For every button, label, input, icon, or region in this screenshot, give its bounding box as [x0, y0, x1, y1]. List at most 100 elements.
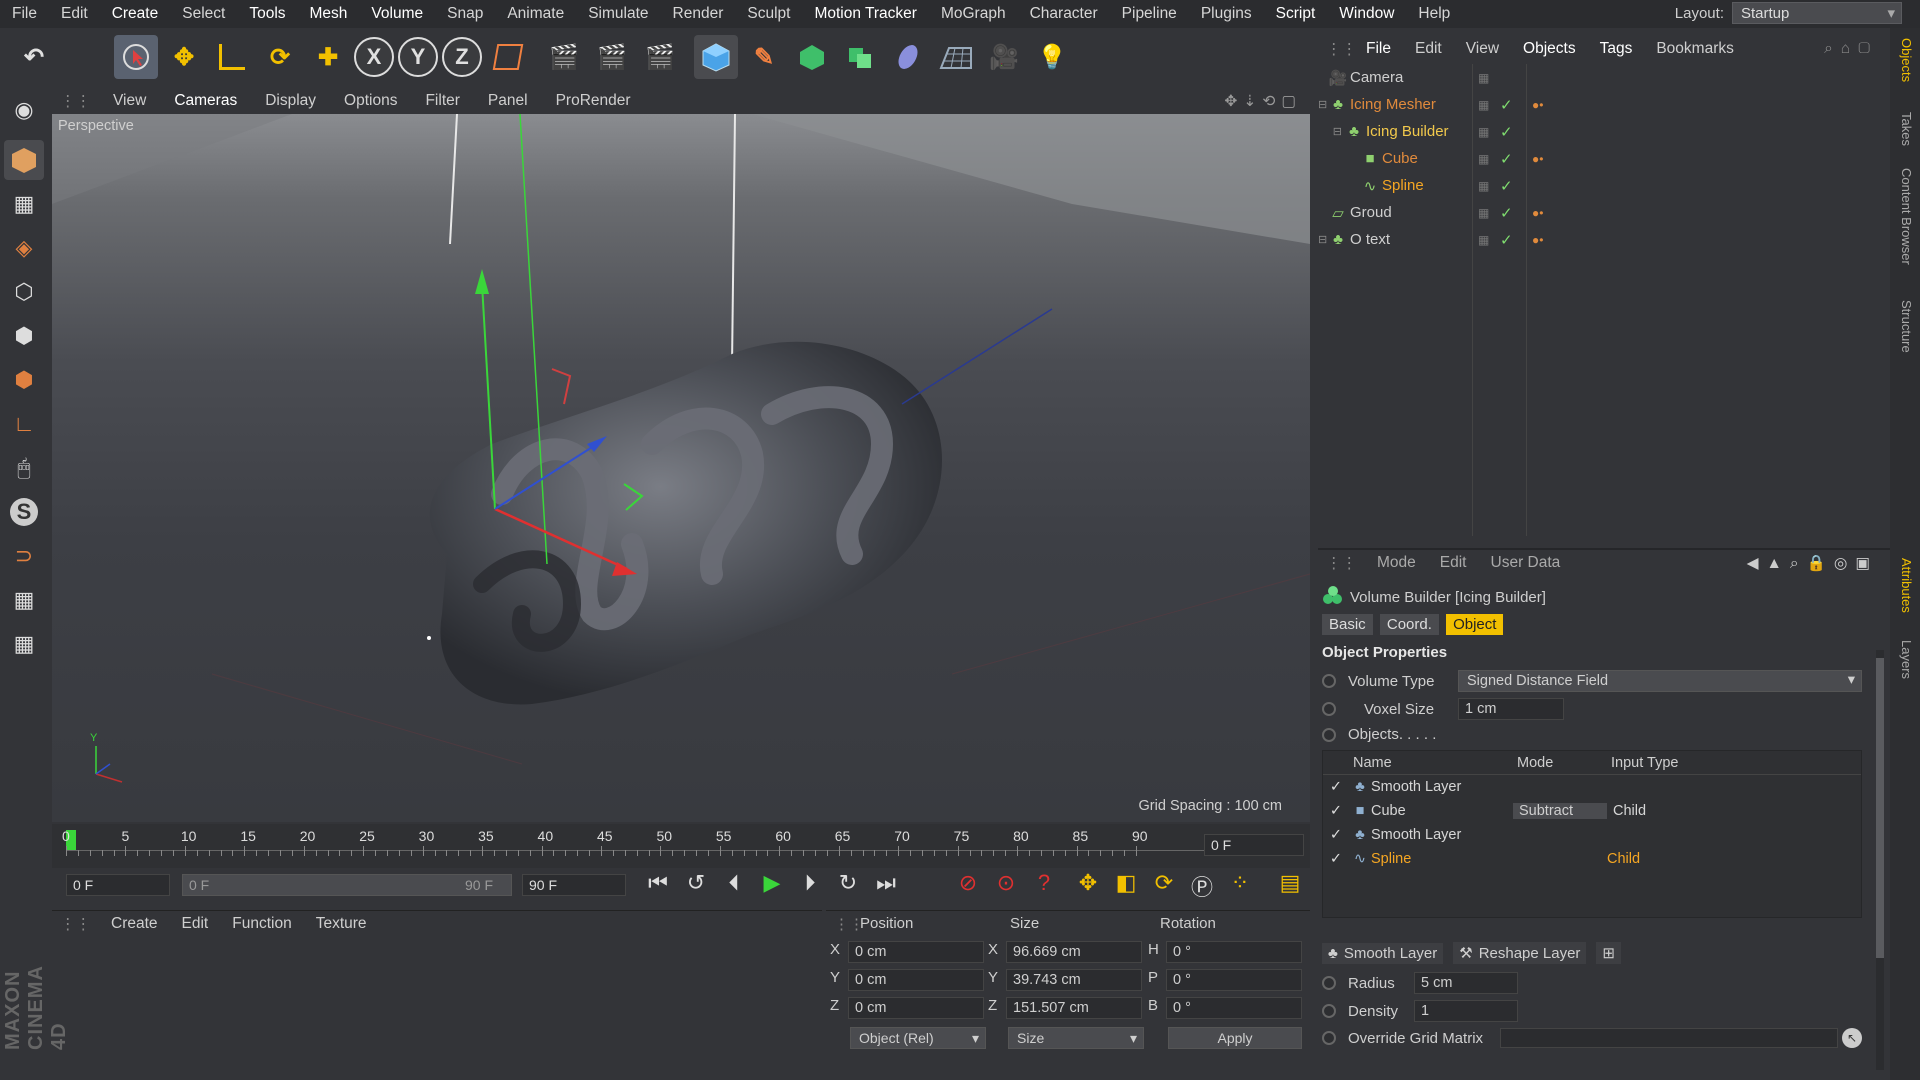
- radio-icon[interactable]: [1322, 727, 1336, 742]
- enable-check-icon[interactable]: ✓: [1500, 231, 1513, 249]
- axis-mode-icon[interactable]: ∟: [4, 404, 44, 444]
- object-row[interactable]: ⊟ ♣ Icing Mesher ▦ ✓ ●•: [1318, 91, 1890, 118]
- viewport-nav-icons[interactable]: ✥⇣⟲▢: [1224, 92, 1310, 111]
- row-check-icon[interactable]: ✓: [1323, 779, 1349, 795]
- cube-primitive-icon[interactable]: [694, 35, 738, 79]
- menu-tools[interactable]: Tools: [237, 5, 297, 23]
- coordinate-system-icon[interactable]: [486, 35, 530, 79]
- menu-pipeline[interactable]: Pipeline: [1110, 5, 1189, 23]
- start-frame-field[interactable]: 0 F: [66, 874, 170, 896]
- radio-icon[interactable]: [1322, 976, 1336, 990]
- visibility-icon[interactable]: ▦: [1478, 125, 1489, 139]
- end-frame-field[interactable]: 90 F: [522, 874, 626, 896]
- expand-toggle-icon[interactable]: ⊟: [1318, 125, 1342, 138]
- step-forward-icon[interactable]: ⏵: [794, 870, 826, 896]
- object-menu-edit[interactable]: Edit: [1403, 40, 1454, 58]
- position-field[interactable]: 0 cm: [848, 941, 984, 963]
- menu-mograph[interactable]: MoGraph: [929, 5, 1018, 23]
- expand-toggle-icon[interactable]: ⊟: [1318, 233, 1327, 246]
- subdivision-icon[interactable]: [790, 35, 834, 79]
- visibility-icon[interactable]: ▦: [1478, 98, 1489, 112]
- radio-icon[interactable]: [1322, 1031, 1336, 1045]
- menu-render[interactable]: Render: [661, 5, 736, 23]
- floor-icon[interactable]: [934, 35, 978, 79]
- visibility-icon[interactable]: ▦: [1478, 233, 1489, 247]
- polygons-mode-icon[interactable]: ⬢: [4, 360, 44, 400]
- tab-structure-vertical[interactable]: Structure: [1899, 300, 1914, 353]
- visibility-icon[interactable]: ▦: [1478, 206, 1489, 220]
- viewport-menu-filter[interactable]: Filter: [411, 92, 473, 110]
- object-search-icon[interactable]: ⌕⌂▢: [1824, 40, 1890, 58]
- object-row[interactable]: ⊟ ♣ O text ▦ ✓ ●•: [1318, 226, 1890, 253]
- attr-scrollbar-thumb[interactable]: [1876, 658, 1884, 958]
- pen-spline-icon[interactable]: ✎: [742, 35, 786, 79]
- move-icon[interactable]: ✥: [162, 35, 206, 79]
- density-field[interactable]: 1: [1414, 1000, 1518, 1022]
- live-selection-icon[interactable]: [114, 35, 158, 79]
- tag-icon[interactable]: ●•: [1532, 206, 1543, 220]
- key-parameter-icon[interactable]: Ⓟ: [1186, 870, 1218, 902]
- current-frame-field[interactable]: 0 F: [1204, 834, 1304, 856]
- object-row[interactable]: ⊟ ♣ Icing Builder ▦ ✓: [1318, 118, 1890, 145]
- object-menu-objects[interactable]: Objects: [1511, 40, 1588, 58]
- keyframe-selection-icon[interactable]: ?: [1028, 870, 1060, 896]
- rotation-field[interactable]: 0 °: [1166, 969, 1302, 991]
- menu-select[interactable]: Select: [170, 5, 237, 23]
- texture-mode-icon[interactable]: ▦: [4, 184, 44, 224]
- enable-check-icon[interactable]: ✓: [1500, 96, 1513, 114]
- y-axis-lock[interactable]: Y: [398, 37, 438, 77]
- viewport-menu-panel[interactable]: Panel: [474, 92, 542, 110]
- go-to-prev-key-icon[interactable]: ↺: [680, 870, 712, 896]
- attr-menu-user-data[interactable]: User Data: [1479, 554, 1573, 572]
- play-icon[interactable]: ▶: [756, 870, 788, 896]
- radius-field[interactable]: 5 cm: [1414, 972, 1518, 994]
- tab-coord[interactable]: Coord.: [1379, 614, 1439, 635]
- tab-layers-vertical[interactable]: Layers: [1899, 640, 1914, 679]
- tab-basic[interactable]: Basic: [1322, 614, 1373, 635]
- radio-icon[interactable]: [1322, 674, 1336, 688]
- volume-list-row[interactable]: ✓ ♣ Smooth Layer: [1323, 775, 1861, 799]
- key-rotation-icon[interactable]: ⟳: [1148, 870, 1180, 902]
- deformer-icon[interactable]: [886, 35, 930, 79]
- material-menu-edit[interactable]: Edit: [170, 915, 221, 933]
- visibility-icon[interactable]: ▦: [1478, 152, 1489, 166]
- volume-list-row[interactable]: ✓ ■ Cube Subtract Child: [1323, 799, 1861, 823]
- redo-icon[interactable]: [60, 35, 110, 79]
- object-menu-bookmarks[interactable]: Bookmarks: [1644, 40, 1746, 58]
- visibility-icon[interactable]: ▦: [1478, 179, 1489, 193]
- menu-motion-tracker[interactable]: Motion Tracker: [802, 5, 929, 23]
- snap-icon[interactable]: ⊃: [4, 536, 44, 576]
- go-to-end-icon[interactable]: ⏭: [870, 870, 902, 896]
- size-field[interactable]: 39.743 cm: [1006, 969, 1142, 991]
- add-layer-icon[interactable]: ⊞: [1596, 942, 1621, 964]
- cloner-icon[interactable]: [838, 35, 882, 79]
- object-row[interactable]: ■ Cube ▦ ✓ ●•: [1318, 145, 1890, 172]
- enable-check-icon[interactable]: ✓: [1500, 204, 1513, 222]
- apply-button[interactable]: Apply: [1168, 1027, 1302, 1049]
- position-field[interactable]: 0 cm: [848, 969, 984, 991]
- workplane-mode-icon[interactable]: ◈: [4, 228, 44, 268]
- material-menu-create[interactable]: Create: [99, 915, 170, 933]
- planar-workplane-icon[interactable]: ▦: [4, 624, 44, 664]
- tab-objects-vertical[interactable]: Objects: [1899, 38, 1914, 82]
- radio-icon[interactable]: [1322, 702, 1336, 716]
- menu-simulate[interactable]: Simulate: [576, 5, 660, 23]
- enable-check-icon[interactable]: ✓: [1500, 150, 1513, 168]
- frame-range-slider[interactable]: 0 F 90 F: [182, 874, 512, 896]
- object-row[interactable]: 🎥 Camera ▦: [1318, 64, 1890, 91]
- edges-mode-icon[interactable]: ⬢: [4, 316, 44, 356]
- row-check-icon[interactable]: ✓: [1323, 803, 1349, 819]
- menu-plugins[interactable]: Plugins: [1189, 5, 1264, 23]
- make-editable-icon[interactable]: ◉: [4, 90, 44, 130]
- visibility-icon[interactable]: ▦: [1478, 71, 1489, 85]
- viewport-menu-prorender[interactable]: ProRender: [542, 92, 645, 110]
- material-menu-function[interactable]: Function: [220, 915, 303, 933]
- tag-icon[interactable]: ●•: [1532, 233, 1543, 247]
- z-axis-lock[interactable]: Z: [442, 37, 482, 77]
- rotation-field[interactable]: 0 °: [1166, 997, 1302, 1019]
- radio-icon[interactable]: [1322, 1004, 1336, 1018]
- tab-attributes-vertical[interactable]: Attributes: [1899, 558, 1914, 613]
- menu-character[interactable]: Character: [1018, 5, 1110, 23]
- viewport-menu-options[interactable]: Options: [330, 92, 411, 110]
- tab-object[interactable]: Object: [1446, 614, 1504, 635]
